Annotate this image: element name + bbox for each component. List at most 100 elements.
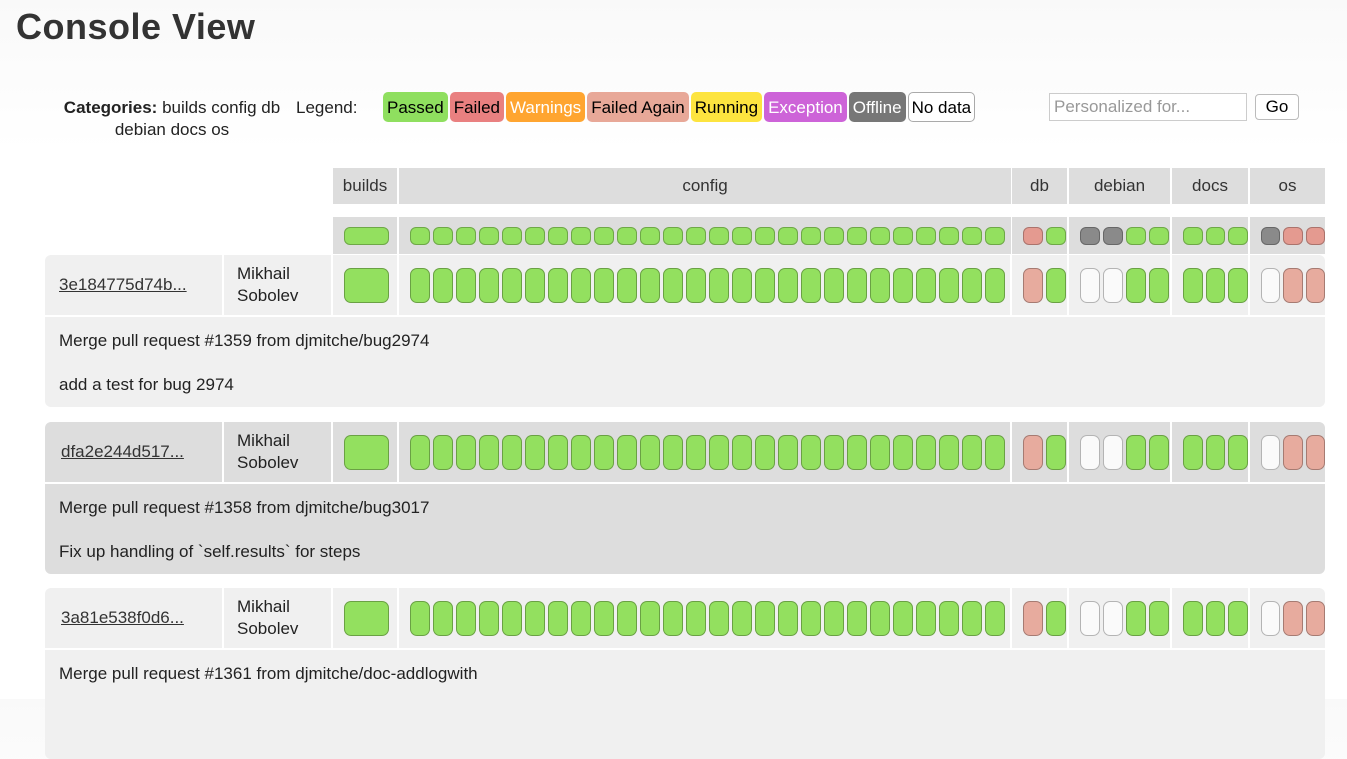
build-status-passed[interactable] bbox=[410, 434, 430, 470]
build-status-failed-again[interactable] bbox=[1283, 267, 1303, 303]
aggregate-status-passed[interactable] bbox=[410, 226, 430, 245]
aggregate-status-passed[interactable] bbox=[1228, 226, 1249, 245]
aggregate-status-offline[interactable] bbox=[1261, 226, 1281, 245]
aggregate-status-passed[interactable] bbox=[755, 226, 775, 245]
aggregate-status-offline[interactable] bbox=[1080, 226, 1100, 245]
build-status-failed-again[interactable] bbox=[1305, 600, 1325, 636]
aggregate-status-passed[interactable] bbox=[801, 226, 821, 245]
build-status-passed[interactable] bbox=[778, 600, 798, 636]
aggregate-status-passed[interactable] bbox=[1126, 226, 1146, 245]
column-header-builds[interactable]: builds bbox=[333, 168, 397, 204]
build-status-passed[interactable] bbox=[801, 434, 821, 470]
build-status-passed[interactable] bbox=[502, 600, 522, 636]
build-status-passed[interactable] bbox=[502, 434, 522, 470]
build-status-passed[interactable] bbox=[847, 434, 867, 470]
aggregate-status-passed[interactable] bbox=[502, 226, 522, 245]
build-status-passed[interactable] bbox=[525, 600, 545, 636]
build-status-passed[interactable] bbox=[870, 434, 890, 470]
build-status-passed[interactable] bbox=[732, 600, 752, 636]
build-status-passed[interactable] bbox=[548, 267, 568, 303]
build-status-failed-again[interactable] bbox=[1305, 434, 1325, 470]
build-status-passed[interactable] bbox=[893, 267, 913, 303]
build-status-passed[interactable] bbox=[939, 434, 959, 470]
build-status-nodata[interactable] bbox=[1080, 434, 1100, 470]
aggregate-status-passed[interactable] bbox=[479, 226, 499, 245]
build-status-passed[interactable] bbox=[502, 267, 522, 303]
build-status-passed[interactable] bbox=[709, 267, 729, 303]
build-status-passed[interactable] bbox=[594, 267, 614, 303]
aggregate-status-passed[interactable] bbox=[686, 226, 706, 245]
aggregate-status-passed[interactable] bbox=[1046, 226, 1066, 245]
build-status-passed[interactable] bbox=[571, 267, 591, 303]
build-status-nodata[interactable] bbox=[1103, 434, 1123, 470]
build-status-passed[interactable] bbox=[939, 267, 959, 303]
build-status-nodata[interactable] bbox=[1103, 267, 1123, 303]
build-status-passed[interactable] bbox=[479, 600, 499, 636]
build-status-passed[interactable] bbox=[479, 434, 499, 470]
build-status-passed[interactable] bbox=[1149, 434, 1169, 470]
build-status-passed[interactable] bbox=[709, 434, 729, 470]
aggregate-status-passed[interactable] bbox=[824, 226, 844, 245]
revision-link[interactable]: dfa2e244d517... bbox=[61, 441, 184, 463]
build-status-passed[interactable] bbox=[686, 434, 706, 470]
build-status-passed[interactable] bbox=[663, 434, 683, 470]
aggregate-status-passed[interactable] bbox=[870, 226, 890, 245]
aggregate-status-passed[interactable] bbox=[548, 226, 568, 245]
build-status-passed[interactable] bbox=[433, 267, 453, 303]
aggregate-status-passed[interactable] bbox=[663, 226, 683, 245]
build-status-passed[interactable] bbox=[1046, 267, 1066, 303]
build-status-passed[interactable] bbox=[870, 600, 890, 636]
column-header-debian[interactable]: debian bbox=[1069, 168, 1170, 204]
build-status-passed[interactable] bbox=[640, 600, 660, 636]
aggregate-status-passed[interactable] bbox=[893, 226, 913, 245]
aggregate-status-failed[interactable] bbox=[1283, 226, 1303, 245]
build-status-passed[interactable] bbox=[985, 434, 1005, 470]
aggregate-status-failed[interactable] bbox=[1305, 226, 1325, 245]
build-status-passed[interactable] bbox=[1149, 267, 1169, 303]
build-status-nodata[interactable] bbox=[1261, 434, 1281, 470]
build-status-failed-again[interactable] bbox=[1023, 434, 1043, 470]
aggregate-status-passed[interactable] bbox=[1183, 226, 1203, 245]
build-status-passed[interactable] bbox=[1183, 434, 1203, 470]
build-status-passed[interactable] bbox=[456, 267, 476, 303]
build-status-passed[interactable] bbox=[1046, 434, 1066, 470]
build-status-passed[interactable] bbox=[916, 267, 936, 303]
build-status-nodata[interactable] bbox=[1261, 267, 1281, 303]
aggregate-status-passed[interactable] bbox=[344, 226, 389, 245]
build-status-passed[interactable] bbox=[847, 267, 867, 303]
build-status-passed[interactable] bbox=[755, 267, 775, 303]
build-status-passed[interactable] bbox=[916, 434, 936, 470]
aggregate-status-passed[interactable] bbox=[985, 226, 1005, 245]
build-status-failed-again[interactable] bbox=[1283, 434, 1303, 470]
aggregate-status-passed[interactable] bbox=[709, 226, 729, 245]
build-status-passed[interactable] bbox=[344, 434, 389, 470]
build-status-passed[interactable] bbox=[686, 267, 706, 303]
build-status-passed[interactable] bbox=[755, 600, 775, 636]
aggregate-status-offline[interactable] bbox=[1103, 226, 1123, 245]
build-status-passed[interactable] bbox=[663, 600, 683, 636]
build-status-passed[interactable] bbox=[433, 600, 453, 636]
build-status-passed[interactable] bbox=[617, 600, 637, 636]
build-status-passed[interactable] bbox=[962, 267, 982, 303]
build-status-passed[interactable] bbox=[1046, 600, 1066, 636]
aggregate-status-passed[interactable] bbox=[732, 226, 752, 245]
build-status-passed[interactable] bbox=[686, 600, 706, 636]
aggregate-status-passed[interactable] bbox=[433, 226, 453, 245]
build-status-passed[interactable] bbox=[893, 434, 913, 470]
build-status-passed[interactable] bbox=[456, 600, 476, 636]
column-header-os[interactable]: os bbox=[1250, 168, 1325, 204]
personalized-search-input[interactable] bbox=[1049, 93, 1247, 121]
build-status-passed[interactable] bbox=[824, 600, 844, 636]
build-status-passed[interactable] bbox=[525, 267, 545, 303]
build-status-passed[interactable] bbox=[801, 267, 821, 303]
build-status-failed-again[interactable] bbox=[1023, 267, 1043, 303]
build-status-passed[interactable] bbox=[962, 434, 982, 470]
aggregate-status-passed[interactable] bbox=[617, 226, 637, 245]
aggregate-status-passed[interactable] bbox=[1149, 226, 1169, 245]
build-status-passed[interactable] bbox=[548, 434, 568, 470]
build-status-passed[interactable] bbox=[732, 434, 752, 470]
aggregate-status-passed[interactable] bbox=[525, 226, 545, 245]
build-status-passed[interactable] bbox=[1228, 600, 1249, 636]
column-header-db[interactable]: db bbox=[1012, 168, 1067, 204]
aggregate-status-passed[interactable] bbox=[571, 226, 591, 245]
